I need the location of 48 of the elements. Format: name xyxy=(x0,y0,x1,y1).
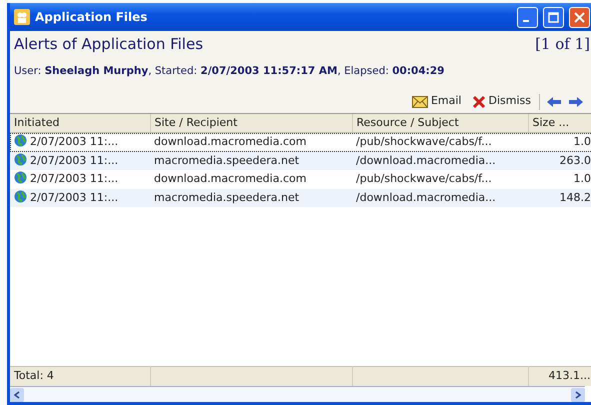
table-cell: download.macromedia.com xyxy=(154,172,306,186)
table-cell: download.macromedia.com xyxy=(154,135,306,148)
table-cell: 1.0 xyxy=(574,172,591,186)
scroll-right-icon[interactable] xyxy=(571,388,585,402)
email-button[interactable]: Email xyxy=(410,93,464,110)
maximize-icon xyxy=(548,12,559,22)
table-cell: 263.0 xyxy=(560,154,591,167)
column-header[interactable]: Site / Recipient xyxy=(150,114,352,133)
envelope-icon xyxy=(412,96,428,108)
table-cell: /download.macromedia... xyxy=(356,190,496,204)
page-counter: [1 of 1] xyxy=(535,34,590,55)
minimize-icon xyxy=(522,20,528,22)
globe-icon xyxy=(14,171,27,184)
column-header[interactable]: Size ... xyxy=(528,114,591,133)
table-row[interactable]: 2/07/2003 11:... download.macromedia.com /pub/shockwave/cabs/f... 1.0 xyxy=(10,170,591,189)
table-cell: /pub/shockwave/cabs/f... xyxy=(356,135,492,148)
minimize-button[interactable] xyxy=(517,6,538,28)
globe-icon xyxy=(14,134,27,148)
globe-icon xyxy=(14,190,27,203)
table-cell: 2/07/2003 11:... xyxy=(30,135,118,148)
table-cell: 1.0 xyxy=(574,135,591,148)
footer-cell: 413.1... xyxy=(548,369,590,382)
page-heading: Alerts of Application Files xyxy=(14,34,204,55)
table-cell: 2/07/2003 11:... xyxy=(30,154,118,167)
table-cell: 2/07/2003 11:... xyxy=(30,172,118,186)
column-header[interactable]: Initiated xyxy=(10,114,150,133)
scroll-left-icon[interactable] xyxy=(10,388,24,402)
footer-cell: Total: 4 xyxy=(14,369,54,382)
forward-arrow-icon[interactable] xyxy=(568,96,584,108)
table-cell: /pub/shockwave/cabs/f... xyxy=(356,172,492,186)
table-cell: macromedia.speedera.net xyxy=(154,190,300,204)
table-cell: 148.2 xyxy=(560,190,591,204)
horizontal-scrollbar[interactable] xyxy=(10,386,585,402)
session-info: User: Sheelagh Murphy, Started: 2/07/2003 11:57:17 AM, Elapsed: 00:04:29 xyxy=(13,64,446,78)
table-cell: /download.macromedia... xyxy=(356,154,496,167)
close-icon xyxy=(472,94,486,108)
column-header[interactable]: Resource / Subject xyxy=(352,114,528,133)
dismiss-button[interactable]: Dismiss xyxy=(470,93,533,110)
maximize-button[interactable] xyxy=(543,6,564,28)
back-arrow-icon[interactable] xyxy=(546,96,562,108)
close-icon xyxy=(574,12,585,22)
table-cell: 2/07/2003 11:... xyxy=(30,190,118,204)
table-row[interactable]: 2/07/2003 11:... download.macromedia.com /pub/shockwave/cabs/f... 1.0 xyxy=(10,132,591,152)
globe-icon xyxy=(14,152,27,166)
app-icon xyxy=(14,9,30,25)
window-title: Application Files xyxy=(35,9,148,26)
table-cell: macromedia.speedera.net xyxy=(154,154,300,167)
close-button[interactable] xyxy=(569,6,590,28)
